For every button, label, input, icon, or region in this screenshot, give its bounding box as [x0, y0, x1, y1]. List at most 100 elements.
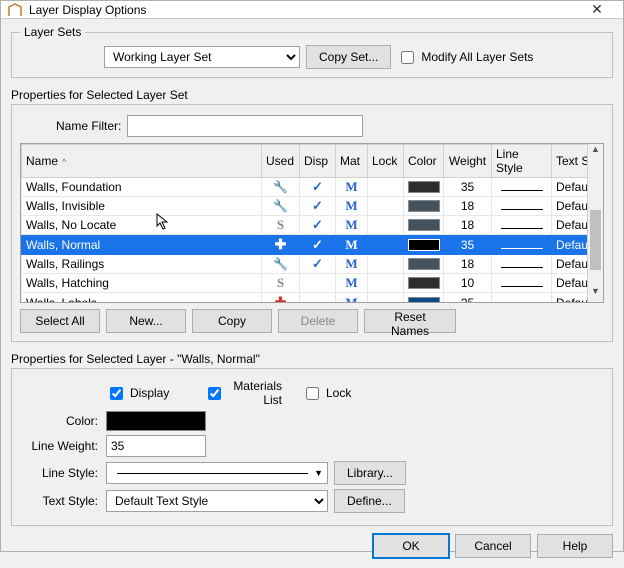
text-style-label: Text Style:: [20, 494, 98, 508]
table-row[interactable]: Walls, HatchingSM10Default Te...: [22, 274, 588, 293]
cell-linestyle[interactable]: [492, 293, 552, 303]
cell-disp[interactable]: ✓: [300, 235, 336, 255]
cell-linestyle[interactable]: [492, 197, 552, 216]
col-name[interactable]: Name^: [22, 145, 262, 178]
layer-set-dropdown[interactable]: Working Layer Set: [104, 46, 300, 68]
scroll-down-icon[interactable]: ▼: [588, 286, 603, 302]
color-label: Color:: [20, 414, 98, 428]
cell-color[interactable]: [404, 274, 444, 293]
lock-checkbox[interactable]: Lock: [302, 384, 380, 403]
col-linestyle[interactable]: Line Style: [492, 145, 552, 178]
line-weight-input[interactable]: [106, 435, 206, 457]
col-used[interactable]: Used: [262, 145, 300, 178]
cell-textstyle[interactable]: Default Te...: [552, 178, 588, 197]
cell-color[interactable]: [404, 216, 444, 235]
cell-mat[interactable]: M: [336, 178, 368, 197]
help-button[interactable]: Help: [537, 534, 613, 558]
color-swatch[interactable]: [106, 411, 206, 431]
cell-linestyle[interactable]: [492, 235, 552, 255]
layer-table[interactable]: Name^ Used Disp Mat Lock Color Weight Li…: [20, 143, 604, 303]
cell-textstyle[interactable]: Default Te...: [552, 197, 588, 216]
cell-lock[interactable]: [368, 293, 404, 303]
cancel-button[interactable]: Cancel: [455, 534, 531, 558]
cell-textstyle[interactable]: Default La...: [552, 293, 588, 303]
cell-lock[interactable]: [368, 216, 404, 235]
cell-color[interactable]: [404, 255, 444, 274]
reset-names-button[interactable]: Reset Names: [364, 309, 456, 333]
cell-disp[interactable]: [300, 274, 336, 293]
cell-linestyle[interactable]: [492, 255, 552, 274]
col-textstyle[interactable]: Text Style: [552, 145, 588, 178]
cell-textstyle[interactable]: Default Te...: [552, 274, 588, 293]
cell-textstyle[interactable]: Default Te...: [552, 216, 588, 235]
select-all-button[interactable]: Select All: [20, 309, 100, 333]
props-layer-legend: Properties for Selected Layer - "Walls, …: [11, 352, 613, 366]
new-layer-button[interactable]: New...: [106, 309, 186, 333]
col-disp[interactable]: Disp: [300, 145, 336, 178]
cell-name: Walls, No Locate: [22, 216, 262, 235]
col-lock[interactable]: Lock: [368, 145, 404, 178]
col-mat[interactable]: Mat: [336, 145, 368, 178]
layer-sets-legend: Layer Sets: [20, 25, 85, 39]
copy-set-button[interactable]: Copy Set...: [306, 45, 391, 69]
cell-color[interactable]: [404, 197, 444, 216]
cell-mat[interactable]: M: [336, 293, 368, 303]
cell-name: Walls, Invisible: [22, 197, 262, 216]
text-style-dropdown[interactable]: Default Text Style: [106, 490, 328, 512]
cell-linestyle[interactable]: [492, 274, 552, 293]
modify-all-checkbox[interactable]: Modify All Layer Sets: [397, 48, 533, 67]
cell-lock[interactable]: [368, 255, 404, 274]
col-color[interactable]: Color: [404, 145, 444, 178]
cell-color[interactable]: [404, 293, 444, 303]
name-filter-input[interactable]: [127, 115, 363, 137]
layer-sets-group: Layer Sets Working Layer Set Copy Set...…: [11, 25, 613, 78]
chevron-down-icon: ▼: [314, 468, 323, 478]
cell-linestyle[interactable]: [492, 216, 552, 235]
scroll-thumb[interactable]: [590, 210, 601, 270]
cell-disp[interactable]: [300, 293, 336, 303]
cell-name: Walls, Railings: [22, 255, 262, 274]
display-checkbox[interactable]: Display: [106, 384, 184, 403]
cell-lock[interactable]: [368, 235, 404, 255]
table-row[interactable]: Walls, Invisible🔧✓M18Default Te...: [22, 197, 588, 216]
cell-mat[interactable]: M: [336, 235, 368, 255]
cell-linestyle[interactable]: [492, 178, 552, 197]
line-style-dropdown[interactable]: ▼: [106, 462, 328, 484]
table-row[interactable]: Walls, Railings🔧✓M18Default Te...: [22, 255, 588, 274]
cell-textstyle[interactable]: Default Te...: [552, 235, 588, 255]
cell-disp[interactable]: ✓: [300, 197, 336, 216]
ok-button[interactable]: OK: [373, 534, 449, 558]
table-row[interactable]: Walls, Normal✚✓M35Default Te...: [22, 235, 588, 255]
cell-mat[interactable]: M: [336, 216, 368, 235]
cell-color[interactable]: [404, 178, 444, 197]
cell-textstyle[interactable]: Default Te...: [552, 255, 588, 274]
table-row[interactable]: Walls, No LocateS✓M18Default Te...: [22, 216, 588, 235]
define-button[interactable]: Define...: [334, 489, 405, 513]
table-row[interactable]: Walls, Labels✚M25Default La...: [22, 293, 588, 303]
window-title: Layer Display Options: [29, 3, 577, 17]
cell-lock[interactable]: [368, 178, 404, 197]
cell-weight: 18: [444, 216, 492, 235]
close-icon[interactable]: ✕: [577, 1, 617, 18]
col-weight[interactable]: Weight: [444, 145, 492, 178]
cell-disp[interactable]: ✓: [300, 255, 336, 274]
cell-disp[interactable]: ✓: [300, 178, 336, 197]
cell-lock[interactable]: [368, 274, 404, 293]
materials-checkbox[interactable]: Materials List: [204, 379, 282, 407]
cell-used: 🔧: [262, 178, 300, 197]
cell-lock[interactable]: [368, 197, 404, 216]
cell-mat[interactable]: M: [336, 274, 368, 293]
name-filter-label: Name Filter:: [56, 119, 121, 133]
cell-name: Walls, Labels: [22, 293, 262, 303]
cell-mat[interactable]: M: [336, 255, 368, 274]
cell-color[interactable]: [404, 235, 444, 255]
copy-layer-button[interactable]: Copy: [192, 309, 272, 333]
cell-weight: 25: [444, 293, 492, 303]
library-button[interactable]: Library...: [334, 461, 406, 485]
table-row[interactable]: Walls, Foundation🔧✓M35Default Te...: [22, 178, 588, 197]
table-scrollbar[interactable]: ▲ ▼: [587, 144, 603, 302]
cell-mat[interactable]: M: [336, 197, 368, 216]
cell-disp[interactable]: ✓: [300, 216, 336, 235]
sort-asc-icon: ^: [62, 157, 66, 167]
scroll-up-icon[interactable]: ▲: [588, 144, 603, 160]
